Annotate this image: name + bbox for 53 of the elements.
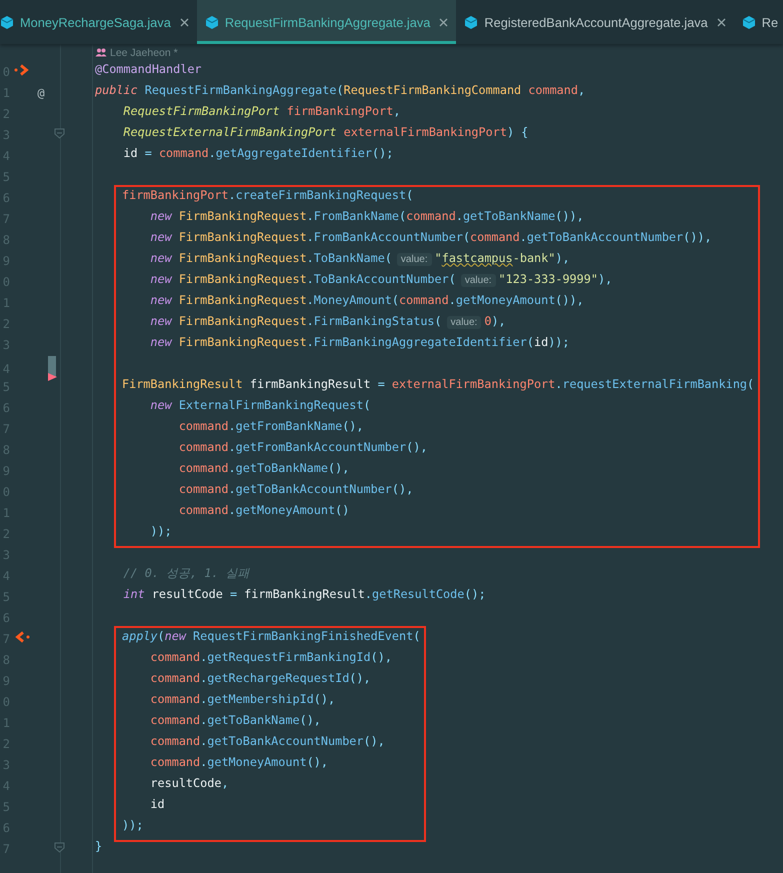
code-line: RequestExternalFirmBankingPort externalFirmBankingPort) {: [122, 124, 528, 140]
code-line: // 0. 성공, 1. 실패: [122, 566, 250, 582]
people-icon: [95, 48, 107, 58]
editor-tab[interactable]: Re: [734, 0, 783, 44]
code-line: command.getRechargeRequestId(),: [149, 670, 371, 686]
code-line: @CommandHandler: [95, 62, 202, 78]
code-line: command.getMoneyAmount(),: [149, 754, 328, 770]
fold-icon[interactable]: [54, 128, 65, 139]
class-file-icon: [0, 14, 14, 30]
fold-icon[interactable]: [54, 842, 65, 853]
class-file-icon: [742, 14, 756, 30]
code-line: new FirmBankingRequest.FromBankName(command.getToBankName()),: [149, 208, 584, 224]
code-line: ));: [122, 818, 144, 834]
code-line: int resultCode = firmBankingResult.getResultCode();: [122, 586, 486, 602]
code-line: command.getToBankName(),: [178, 460, 350, 476]
marker-arrow-icon: [48, 372, 57, 380]
code-line: FirmBankingResult firmBankingResult = externalFirmBankingPort.requestExternalFirmBanking(: [122, 376, 754, 392]
handler-arrow-icon[interactable]: [14, 631, 32, 643]
class-file-icon: [204, 14, 219, 30]
code-line: new FirmBankingRequest.ToBankAccountNumber( value: "123-333-9999"),: [149, 272, 612, 288]
editor-tab[interactable]: MoneyRechargeSaga.java: [0, 0, 197, 44]
code-line: command.getMembershipId(),: [149, 692, 336, 708]
code-line: command.getMoneyAmount(): [178, 502, 350, 518]
code-line: new ExternalFirmBankingRequest(: [149, 398, 371, 414]
code-line: resultCode,: [149, 776, 229, 792]
code-line: RequestFirmBankingPort firmBankingPort,: [122, 104, 400, 120]
close-icon[interactable]: [180, 18, 189, 26]
code-line: id: [149, 796, 165, 812]
code-line: command.getFromBankAccountNumber(),: [178, 440, 428, 456]
code-line: apply(new RequestFirmBankingFinishedEvent(: [122, 628, 420, 644]
code-line: command.getRequestFirmBankingId(),: [149, 650, 392, 666]
code-line: new FirmBankingRequest.MoneyAmount(command.getMoneyAmount()),: [149, 292, 584, 308]
close-icon[interactable]: [716, 18, 726, 26]
code-line: new FirmBankingRequest.FromBankAccountNumber(command.getToBankAccountNumber()),: [149, 230, 712, 246]
author-hint[interactable]: Lee Jaeheon *: [110, 46, 178, 59]
code-line: command.getToBankAccountNumber(),: [178, 482, 414, 498]
code-line: command.getToBankName(),: [149, 712, 321, 728]
change-marker: [48, 356, 56, 376]
close-icon[interactable]: [439, 18, 448, 26]
annotation-marker[interactable]: @: [37, 86, 45, 100]
code-line: new FirmBankingRequest.FirmBankingAggregateIdentifier(id));: [149, 334, 570, 350]
code-line: command.getFromBankName(),: [178, 418, 364, 434]
code-line: ));: [149, 524, 172, 540]
code-line: firmBankingPort.createFirmBankingRequest(: [122, 188, 414, 204]
code-line: command.getToBankAccountNumber(),: [149, 734, 385, 750]
editor-tab[interactable]: RegisteredBankAccountAggregate.java: [456, 0, 734, 44]
code-line: public RequestFirmBankingAggregate(RequestFirmBankingCommand command,: [95, 82, 586, 98]
editor-tab[interactable]: RequestFirmBankingAggregate.java: [196, 0, 456, 44]
code-line: new FirmBankingRequest.FirmBankingStatus( value: 0),: [149, 314, 506, 330]
class-file-icon: [464, 14, 478, 30]
code-line: }: [95, 838, 102, 854]
code-line: id = command.getAggregateIdentifier();: [122, 146, 394, 162]
code-line: new FirmBankingRequest.ToBankName( value: "fastcampus-bank"),: [149, 250, 570, 268]
